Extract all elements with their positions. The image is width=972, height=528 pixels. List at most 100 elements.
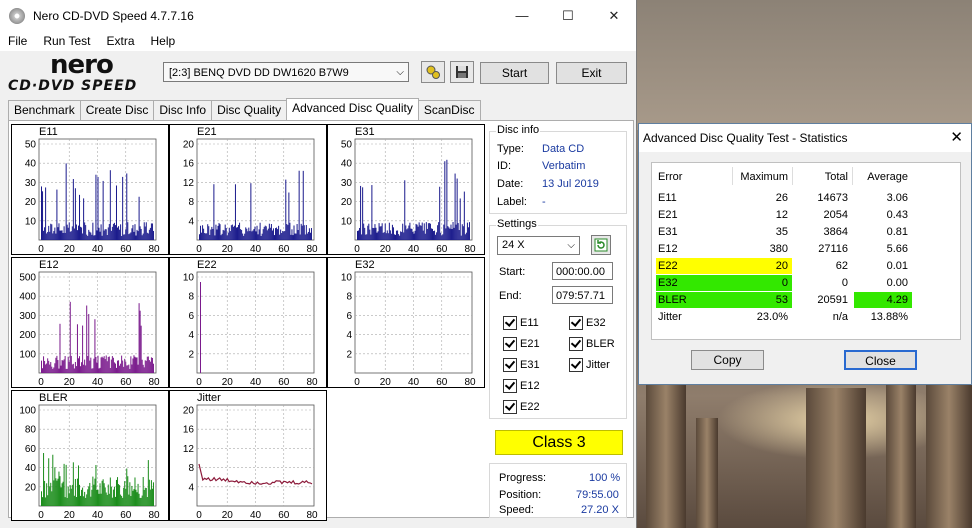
graph-bar xyxy=(445,228,447,240)
graph-bar xyxy=(294,233,296,240)
checkbox-e32[interactable]: E32 xyxy=(569,316,606,330)
graph-title: E11 xyxy=(39,126,58,138)
checkbox-e31[interactable]: E31 xyxy=(503,358,540,372)
graph-bar xyxy=(434,230,436,240)
graph-bar xyxy=(150,223,152,240)
dialog-close-icon[interactable]: ✕ xyxy=(950,124,963,152)
graph-bar xyxy=(85,365,87,373)
maximize-button[interactable]: ☐ xyxy=(545,0,591,31)
table-row: E32 0 0 0.00 xyxy=(652,275,962,291)
drive-select[interactable]: [2:3] BENQ DVD DD DW1620 B7W9 ⌵ xyxy=(163,62,409,82)
tab-disc-quality[interactable]: Disc Quality xyxy=(211,100,288,122)
graph-bar xyxy=(454,173,456,240)
menu-extra[interactable]: Extra xyxy=(98,34,142,48)
graph-bar xyxy=(106,361,108,373)
graph-bar xyxy=(295,233,297,240)
graph-bar xyxy=(148,479,150,506)
graph-bar xyxy=(45,187,47,240)
graph-bar xyxy=(52,368,54,373)
graph-bar xyxy=(60,230,62,240)
graph-bar xyxy=(250,183,252,240)
graph-bar xyxy=(382,232,384,240)
checkbox-e22[interactable]: E22 xyxy=(503,400,540,414)
graph-bar xyxy=(296,224,298,240)
table-row: E12 380 27116 5.66 xyxy=(652,241,962,257)
tab-advanced-disc-quality[interactable]: Advanced Disc Quality xyxy=(286,98,419,122)
checkbox-e21[interactable]: E21 xyxy=(503,337,540,351)
cell-maximum: 20 xyxy=(775,260,788,272)
graph-bar xyxy=(89,482,91,506)
graph-bar xyxy=(58,368,60,373)
copy-button[interactable]: Copy xyxy=(691,350,764,370)
graph-bar xyxy=(112,357,114,373)
save-button[interactable] xyxy=(450,61,474,83)
end-label: End: xyxy=(499,290,522,302)
y-tick-label: 40 xyxy=(25,463,37,474)
tab-benchmark[interactable]: Benchmark xyxy=(8,100,81,122)
graph-bar xyxy=(221,233,223,240)
progress-label: Progress: xyxy=(499,472,547,484)
graph-bar xyxy=(441,235,443,240)
y-tick-label: 6 xyxy=(346,311,352,322)
graph-bar xyxy=(115,185,117,240)
cell-average: 5.66 xyxy=(886,243,908,255)
dialog-close-button[interactable]: Close xyxy=(844,350,917,370)
minimize-button[interactable]: — xyxy=(499,0,545,31)
graph-bar xyxy=(303,225,305,240)
checkbox-jitter[interactable]: Jitter xyxy=(569,358,610,372)
graph-bar xyxy=(102,180,104,240)
graph-bar xyxy=(136,357,138,373)
graph-bar xyxy=(217,225,219,240)
graph-bar xyxy=(277,229,279,240)
checkbox-bler[interactable]: BLER xyxy=(569,337,615,351)
start-button[interactable]: Start xyxy=(480,62,549,84)
graph-bar xyxy=(419,225,421,240)
start-input[interactable]: 000:00.00 xyxy=(552,262,613,280)
checkbox-e11[interactable]: E11 xyxy=(503,316,539,330)
tab-disc-info[interactable]: Disc Info xyxy=(153,100,213,122)
graph-bar xyxy=(70,488,72,506)
graph-bar xyxy=(99,231,101,240)
y-tick-label: 40 xyxy=(341,159,353,170)
tab-scandisc[interactable]: ScanDisc xyxy=(417,100,481,122)
graph-bar xyxy=(79,484,81,506)
graph-bar xyxy=(258,229,260,240)
checkbox-e12[interactable]: E12 xyxy=(503,379,540,393)
y-tick-label: 10 xyxy=(341,216,353,227)
graph-bar xyxy=(269,227,271,240)
graph-bar xyxy=(131,364,133,373)
graph-bar xyxy=(114,496,116,506)
y-tick-label: 20 xyxy=(25,197,37,208)
graph-bar xyxy=(131,228,133,240)
graph-bar xyxy=(70,355,72,373)
close-button[interactable]: ✕ xyxy=(591,0,637,31)
graph-bar xyxy=(428,223,430,240)
exit-button[interactable]: Exit xyxy=(556,62,627,84)
table-row: BLER 53 20591 4.29 xyxy=(652,292,962,308)
menu-file[interactable]: File xyxy=(0,34,35,48)
graph-bar xyxy=(235,227,237,240)
tab-create-disc[interactable]: Create Disc xyxy=(79,100,155,122)
graph-bar xyxy=(65,368,67,373)
graph-bar xyxy=(53,367,55,373)
column-header-maximum: Maximum xyxy=(740,171,788,183)
graph-bar xyxy=(98,493,100,506)
speed-select[interactable]: 24 X ⌵ xyxy=(497,236,580,255)
y-tick-label: 16 xyxy=(183,159,195,170)
disc-app-icon xyxy=(9,7,25,24)
drive-settings-button[interactable] xyxy=(421,61,445,83)
y-tick-label: 12 xyxy=(183,444,195,455)
refresh-speed-button[interactable] xyxy=(591,235,611,255)
x-tick-label: 60 xyxy=(436,244,448,254)
graph-bar xyxy=(70,231,72,240)
menu-run-test[interactable]: Run Test xyxy=(35,34,98,48)
graph-bar xyxy=(289,222,291,240)
x-tick-label: 0 xyxy=(196,510,202,520)
graph-bar xyxy=(388,222,390,240)
graph-bar xyxy=(131,485,133,506)
menu-help[interactable]: Help xyxy=(143,34,184,48)
end-input[interactable]: 079:57.71 xyxy=(552,286,613,304)
x-tick-label: 0 xyxy=(354,377,360,387)
graph-bar xyxy=(453,227,455,240)
graph-bar xyxy=(81,362,83,373)
